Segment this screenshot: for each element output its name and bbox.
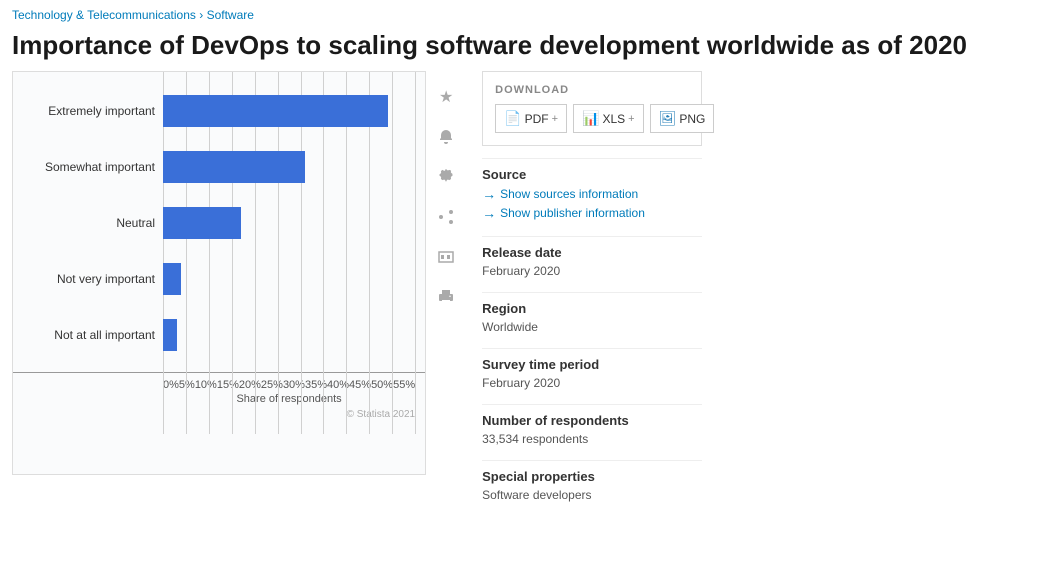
x-axis-label: Share of respondents [13, 391, 425, 405]
download-buttons: 📄 PDF + 📊 XLS + 🖼 PNG [495, 104, 689, 133]
x-axis: 0%5%10%15%20%25%30%35%40%45%50%55% [13, 372, 425, 391]
breadcrumb: Technology & Telecommunications › Softwa… [0, 0, 1064, 26]
survey-period-section: Survey time period February 2020 [482, 348, 702, 400]
sidebar: DOWNLOAD 📄 PDF + 📊 XLS + 🖼 PNG S [482, 71, 702, 512]
x-tick: 30% [283, 379, 305, 391]
star-icon[interactable]: ★ [432, 83, 460, 111]
x-tick: 45% [349, 379, 371, 391]
x-tick: 25% [261, 379, 283, 391]
arrow-icon-sources: → [482, 186, 496, 202]
bar-fill [163, 151, 305, 183]
bar-container [163, 261, 415, 297]
region-value: Worldwide [482, 320, 702, 334]
special-section: Special properties Software developers [482, 460, 702, 512]
bar-row: Not very important [163, 260, 415, 298]
page-title: Importance of DevOps to scaling software… [0, 26, 1064, 71]
pdf-icon: 📄 [504, 110, 521, 127]
x-tick: 10% [195, 379, 217, 391]
breadcrumb-current: Software [207, 8, 254, 22]
bar-label: Neutral [15, 216, 155, 230]
release-date-section: Release date February 2020 [482, 236, 702, 288]
bar-label: Extremely important [15, 104, 155, 118]
x-tick: 5% [179, 379, 195, 391]
bar-container [163, 93, 415, 129]
special-value: Software developers [482, 488, 702, 502]
arrow-icon-publisher: → [482, 205, 496, 221]
chart-body: Extremely important Somewhat important Neu… [12, 71, 426, 512]
chart-area: Extremely important Somewhat important Neu… [12, 71, 426, 475]
bar-label: Not at all important [15, 328, 155, 342]
bar-fill [163, 95, 388, 127]
x-tick: 40% [327, 379, 349, 391]
png-label: PNG [679, 112, 705, 126]
xls-label: XLS [602, 112, 625, 126]
bar-fill [163, 319, 177, 351]
source-section: Source → Show sources information → Show… [482, 158, 702, 232]
respondents-label: Number of respondents [482, 413, 702, 428]
breadcrumb-link-tech[interactable]: Technology & Telecommunications [12, 8, 196, 22]
download-png-button[interactable]: 🖼 PNG [650, 104, 715, 133]
x-tick: 50% [371, 379, 393, 391]
respondents-section: Number of respondents 33,534 respondents [482, 404, 702, 456]
download-xls-button[interactable]: 📊 XLS + [573, 104, 644, 133]
gear-icon[interactable] [432, 163, 460, 191]
survey-period-value: February 2020 [482, 376, 702, 390]
release-date-value: February 2020 [482, 264, 702, 278]
bar-fill [163, 207, 241, 239]
survey-period-label: Survey time period [482, 357, 702, 372]
chart-section: Extremely important Somewhat important Neu… [12, 71, 466, 512]
show-sources-link[interactable]: → Show sources information [482, 186, 702, 202]
show-publisher-link[interactable]: → Show publisher information [482, 205, 702, 221]
release-date-label: Release date [482, 245, 702, 260]
pdf-label: PDF [525, 112, 549, 126]
xls-icon: 📊 [582, 110, 599, 127]
bar-row: Extremely important [163, 92, 415, 130]
bar-container [163, 205, 415, 241]
bar-label: Somewhat important [15, 160, 155, 174]
bar-fill [163, 263, 181, 295]
download-title: DOWNLOAD [495, 84, 689, 96]
share-icon[interactable] [432, 203, 460, 231]
print-icon[interactable] [432, 283, 460, 311]
content-wrapper: Extremely important Somewhat important Neu… [0, 71, 1064, 512]
source-label: Source [482, 167, 702, 182]
x-tick: 20% [239, 379, 261, 391]
chart-inner: Extremely important Somewhat important Neu… [13, 82, 425, 372]
respondents-value: 33,534 respondents [482, 432, 702, 446]
bar-row: Somewhat important [163, 148, 415, 186]
download-pdf-button[interactable]: 📄 PDF + [495, 104, 567, 133]
x-tick: 15% [217, 379, 239, 391]
special-label: Special properties [482, 469, 702, 484]
bar-container [163, 317, 415, 353]
region-section: Region Worldwide [482, 292, 702, 344]
breadcrumb-separator: › [199, 8, 203, 22]
quote-icon[interactable] [432, 243, 460, 271]
bar-label: Not very important [15, 272, 155, 286]
download-box: DOWNLOAD 📄 PDF + 📊 XLS + 🖼 PNG [482, 71, 702, 146]
show-publisher-text: Show publisher information [500, 206, 645, 220]
png-icon: 🖼 [659, 110, 677, 127]
bell-icon[interactable] [432, 123, 460, 151]
x-tick: 55% [393, 379, 415, 391]
copyright: © Statista 2021 [13, 405, 425, 424]
bar-container [163, 149, 415, 185]
x-tick: 35% [305, 379, 327, 391]
x-tick: 0% [163, 379, 179, 391]
region-label: Region [482, 301, 702, 316]
action-icons-panel: ★ [426, 71, 466, 512]
bar-row: Not at all important [163, 316, 415, 354]
show-sources-text: Show sources information [500, 187, 638, 201]
bar-row: Neutral [163, 204, 415, 242]
